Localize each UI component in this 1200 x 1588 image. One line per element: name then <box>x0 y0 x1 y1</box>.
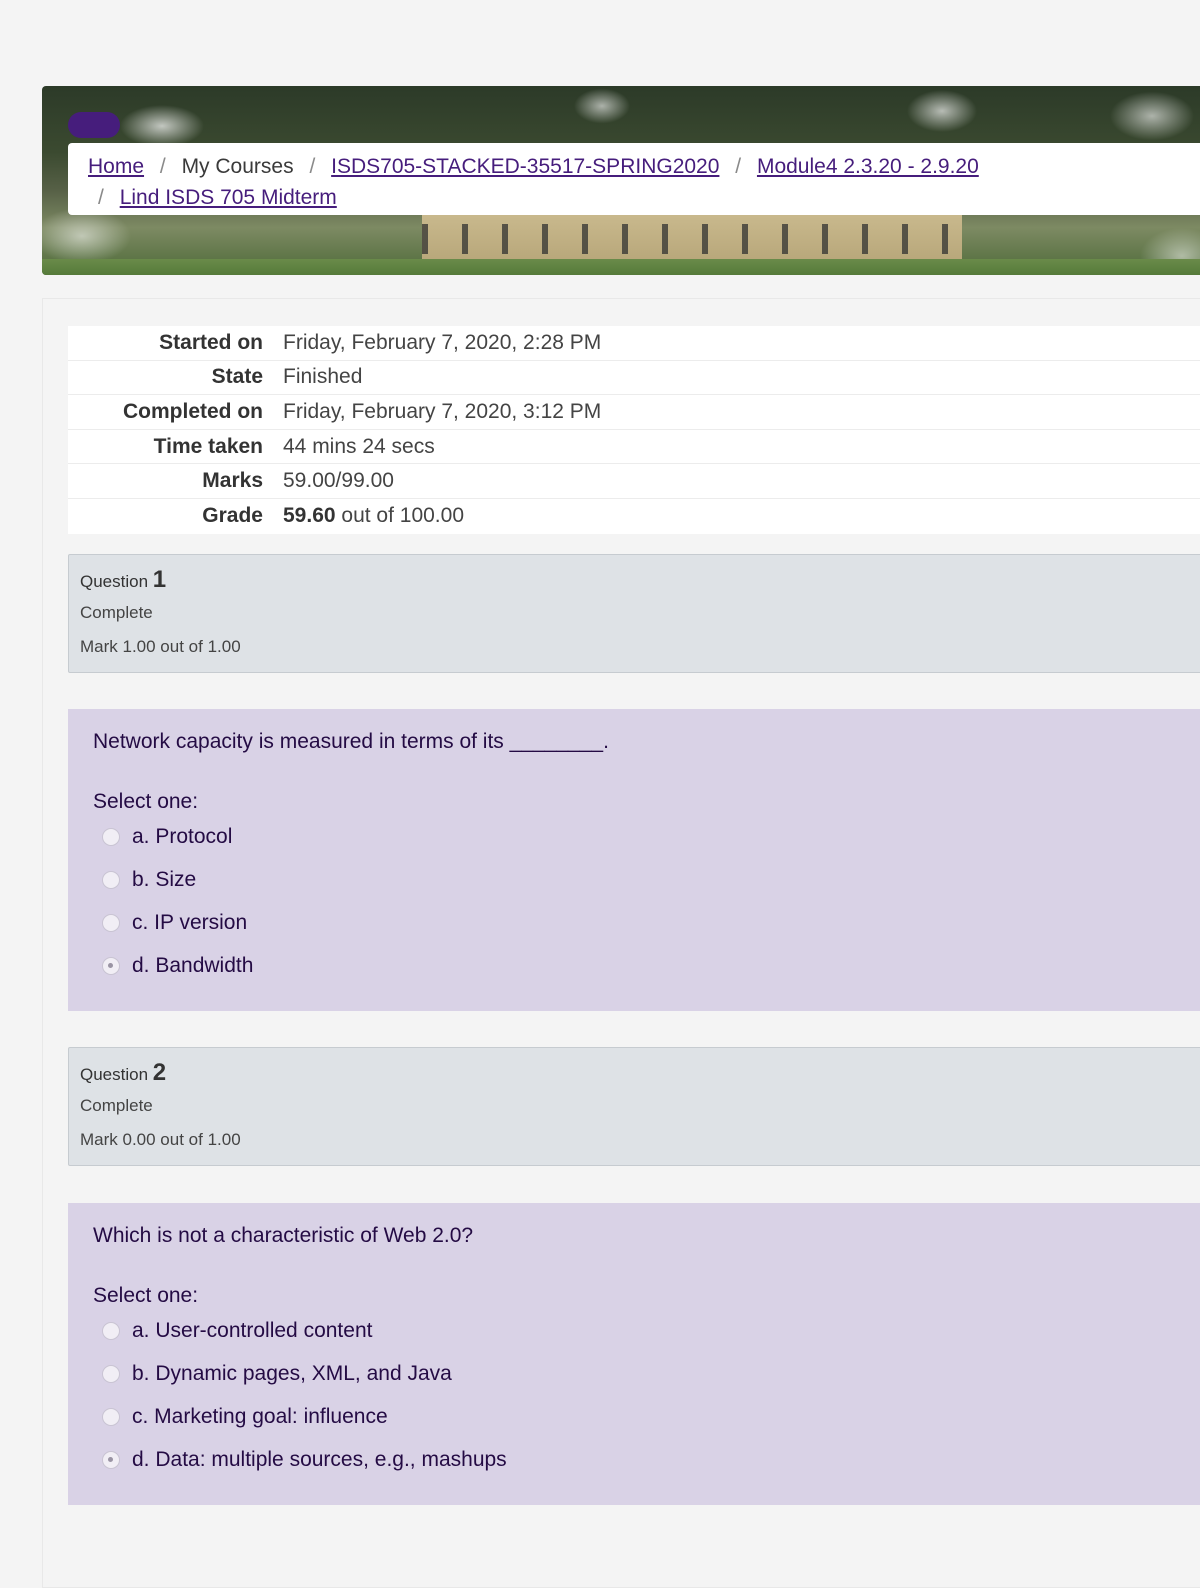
summary-value: 59.00/99.00 <box>283 469 394 493</box>
answer-option-selected[interactable]: d. Data: multiple sources, e.g., mashups <box>93 1438 1183 1481</box>
question-info-2: Question 2 Complete Mark 0.00 out of 1.0… <box>68 1047 1200 1166</box>
answer-option[interactable]: b. Size <box>93 858 1183 901</box>
grade-score: 59.60 <box>283 504 336 528</box>
summary-row-started-on: Started on Friday, February 7, 2020, 2:2… <box>68 326 1200 361</box>
answer-option-selected[interactable]: d. Bandwidth <box>93 944 1183 987</box>
summary-value: Finished <box>283 365 363 389</box>
summary-value: 59.60 out of 100.00 <box>283 504 464 528</box>
radio-button[interactable] <box>102 913 120 932</box>
summary-value: Friday, February 7, 2020, 3:12 PM <box>283 399 602 423</box>
breadcrumb-my-courses: My Courses <box>181 155 294 178</box>
summary-label: Started on <box>159 330 263 354</box>
summary-label: State <box>211 365 263 389</box>
answer-label: c. Marketing goal: influence <box>132 1404 388 1428</box>
radio-button-selected[interactable] <box>102 956 120 975</box>
question-text: Which is not a characteristic of Web 2.0… <box>93 1224 474 1247</box>
question-number: 1 <box>152 566 167 593</box>
question-body-1: Network capacity is measured in terms of… <box>68 709 1200 1011</box>
radio-button[interactable] <box>102 870 120 889</box>
answer-option[interactable]: b. Dynamic pages, XML, and Java <box>93 1352 1183 1395</box>
summary-label: Grade <box>202 504 263 528</box>
breadcrumb-course-link[interactable]: ISDS705-STACKED-35517-SPRING2020 <box>331 155 719 178</box>
answer-label: b. Dynamic pages, XML, and Java <box>132 1361 452 1385</box>
summary-row-marks: Marks 59.00/99.00 <box>68 464 1200 499</box>
radio-button[interactable] <box>102 1364 120 1383</box>
radio-button[interactable] <box>102 827 120 846</box>
answer-label: d. Bandwidth <box>132 953 254 977</box>
summary-row-completed-on: Completed on Friday, February 7, 2020, 3… <box>68 395 1200 430</box>
question-state: Complete <box>80 603 153 622</box>
answer-label: b. Size <box>132 867 197 891</box>
question-title: Question 1 <box>80 565 1196 597</box>
answer-label: d. Data: multiple sources, e.g., mashups <box>132 1447 507 1471</box>
select-prompt: Select one: <box>93 790 199 813</box>
banner-lawn-image <box>42 259 1200 275</box>
breadcrumb-separator: / <box>98 186 104 209</box>
answer-option[interactable]: a. Protocol <box>93 815 1183 858</box>
question-number: 2 <box>152 1059 167 1086</box>
select-prompt: Select one: <box>93 1284 199 1307</box>
answer-label: c. IP version <box>132 910 248 934</box>
breadcrumb-separator: / <box>159 155 166 178</box>
question-mark: Mark 1.00 out of 1.00 <box>80 637 241 656</box>
question-state: Complete <box>80 1096 153 1115</box>
question-label: Question <box>80 572 149 591</box>
banner-building-image <box>422 214 962 264</box>
answer-option[interactable]: c. Marketing goal: influence <box>93 1395 1183 1438</box>
breadcrumb-separator: / <box>309 155 316 178</box>
grade-out-of: out of 100.00 <box>335 504 465 528</box>
radio-button[interactable] <box>102 1407 120 1426</box>
question-title: Question 2 <box>80 1058 1196 1090</box>
radio-button-selected[interactable] <box>102 1450 120 1469</box>
breadcrumb-quiz-link[interactable]: Lind ISDS 705 Midterm <box>120 186 337 209</box>
course-header-banner: Home / My Courses / ISDS705-STACKED-3551… <box>42 86 1200 275</box>
attempt-summary-table: Started on Friday, February 7, 2020, 2:2… <box>68 326 1200 534</box>
question-text: Network capacity is measured in terms of… <box>93 730 609 753</box>
breadcrumb-home-link[interactable]: Home <box>88 155 144 178</box>
summary-label: Time taken <box>153 434 263 458</box>
answer-option[interactable]: c. IP version <box>93 901 1183 944</box>
answer-label: a. User-controlled content <box>132 1318 373 1342</box>
question-label: Question <box>80 1065 149 1084</box>
question-info-1: Question 1 Complete Mark 1.00 out of 1.0… <box>68 554 1200 673</box>
summary-row-state: State Finished <box>68 361 1200 396</box>
breadcrumb: Home / My Courses / ISDS705-STACKED-3551… <box>68 143 1200 215</box>
breadcrumb-module-link[interactable]: Module4 2.3.20 - 2.9.20 <box>757 155 979 178</box>
answer-label: a. Protocol <box>132 824 233 848</box>
question-mark: Mark 0.00 out of 1.00 <box>80 1130 241 1149</box>
summary-row-time-taken: Time taken 44 mins 24 secs <box>68 430 1200 465</box>
summary-label: Marks <box>202 469 263 493</box>
summary-value: Friday, February 7, 2020, 2:28 PM <box>283 330 602 354</box>
breadcrumb-separator: / <box>735 155 742 178</box>
menu-toggle-button[interactable] <box>68 112 120 138</box>
radio-button[interactable] <box>102 1321 120 1340</box>
question-body-2: Which is not a characteristic of Web 2.0… <box>68 1203 1200 1505</box>
summary-row-grade: Grade 59.60 out of 100.00 <box>68 499 1200 534</box>
summary-value: 44 mins 24 secs <box>283 434 435 458</box>
summary-label: Completed on <box>123 399 263 423</box>
answer-option[interactable]: a. User-controlled content <box>93 1309 1183 1352</box>
